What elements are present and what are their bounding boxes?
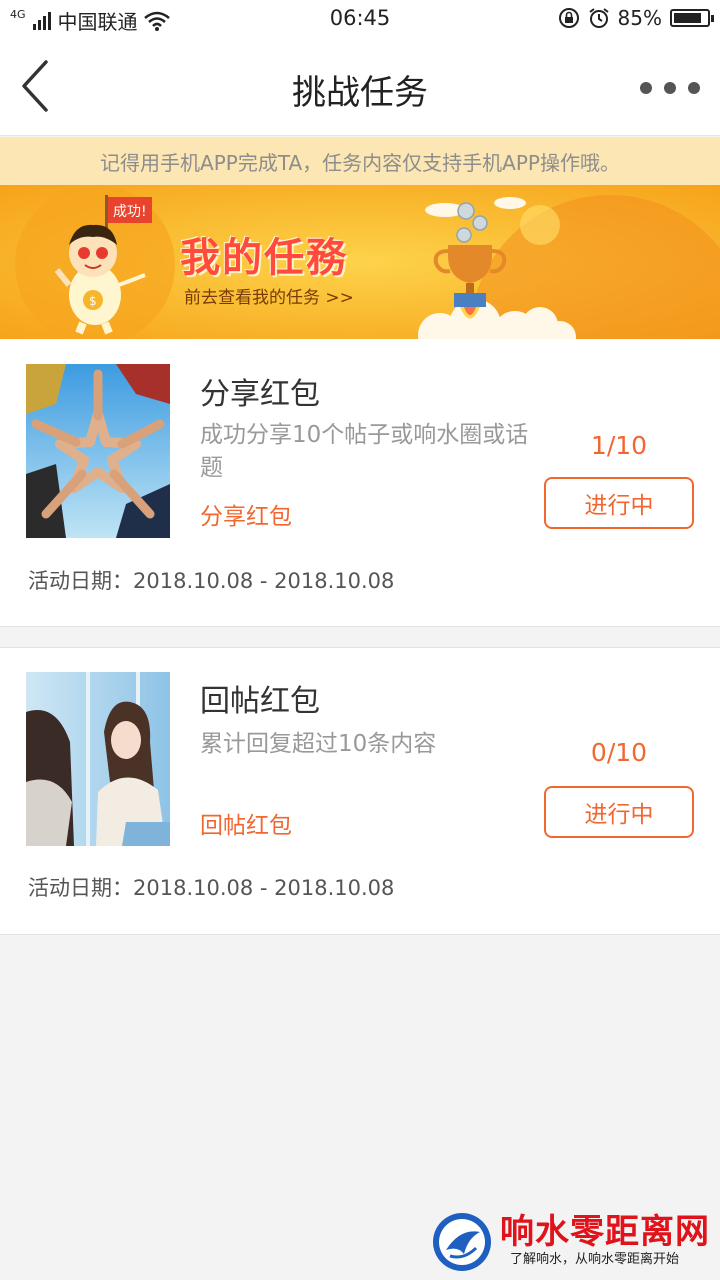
status-right: 85% — [558, 6, 714, 30]
more-dot — [640, 82, 652, 94]
task-progress: 0/10 — [590, 738, 648, 767]
task-description: 成功分享10个帖子或响水圈或话题 — [200, 422, 529, 481]
task-title: 分享红包 — [200, 377, 320, 412]
task-card[interactable]: 回帖红包 累计回复超过10条内容 回帖红包 0/10 进行中 活动日期：2018… — [0, 647, 720, 935]
watermark-subtitle: 了解响水，从响水零距离开始 — [510, 1252, 680, 1267]
nav-bar: 挑战任务 — [0, 38, 720, 136]
banner-subtitle[interactable]: 前去查看我的任务 >> — [184, 283, 354, 308]
status-bar: 4G 中国联通 06:45 85% — [0, 0, 720, 38]
more-button[interactable] — [640, 68, 700, 108]
flag-text: 成功! — [113, 204, 147, 220]
notice-banner: 记得用手机APP完成TA，任务内容仅支持手机APP操作哦。 — [0, 137, 720, 185]
date-range: 2018.10.08 - 2018.10.08 — [133, 569, 395, 593]
task-title: 回帖红包 — [200, 684, 320, 719]
more-dot — [688, 82, 700, 94]
battery-percent: 85% — [617, 6, 662, 30]
page-title: 挑战任务 — [292, 73, 428, 113]
alarm-icon — [588, 8, 609, 28]
status-button[interactable]: 进行中 — [544, 477, 694, 529]
hands-star-image — [26, 364, 170, 538]
rotation-lock-icon — [558, 8, 579, 28]
trophy-illustration — [433, 202, 507, 319]
watermark-title: 响水零距离网 — [500, 1212, 710, 1252]
more-dot — [664, 82, 676, 94]
battery-fill — [674, 13, 702, 23]
task-progress: 1/10 — [590, 431, 648, 460]
task-tag: 分享红包 — [200, 504, 292, 530]
date-row: 活动日期：2018.10.08 - 2018.10.08 — [28, 565, 394, 595]
task-thumbnail — [26, 364, 170, 538]
date-label: 活动日期： — [28, 569, 133, 593]
task-thumbnail — [26, 672, 170, 846]
banner-title: 我的任務 — [180, 235, 348, 281]
task-card[interactable]: 分享红包 成功分享10个帖子或响水圈或话题 分享红包 1/10 进行中 活动日期… — [0, 339, 720, 627]
date-row: 活动日期：2018.10.08 - 2018.10.08 — [28, 872, 394, 902]
task-description: 累计回复超过10条内容 — [200, 731, 437, 757]
my-tasks-banner[interactable]: 成功! $ 我的任務 前去查看我的任务 >> — [0, 185, 720, 339]
mascot-illustration: 成功! $ — [55, 195, 152, 335]
girls-photo-image — [26, 672, 170, 846]
status-button[interactable]: 进行中 — [544, 786, 694, 838]
site-watermark: 响水零距离网 了解响水，从响水零距离开始 — [430, 1204, 720, 1280]
date-label: 活动日期： — [28, 876, 133, 900]
task-tag: 回帖红包 — [200, 813, 292, 839]
site-logo-icon — [433, 1213, 491, 1271]
battery-icon — [670, 9, 714, 27]
svg-text:$: $ — [89, 294, 97, 308]
date-range: 2018.10.08 - 2018.10.08 — [133, 876, 395, 900]
